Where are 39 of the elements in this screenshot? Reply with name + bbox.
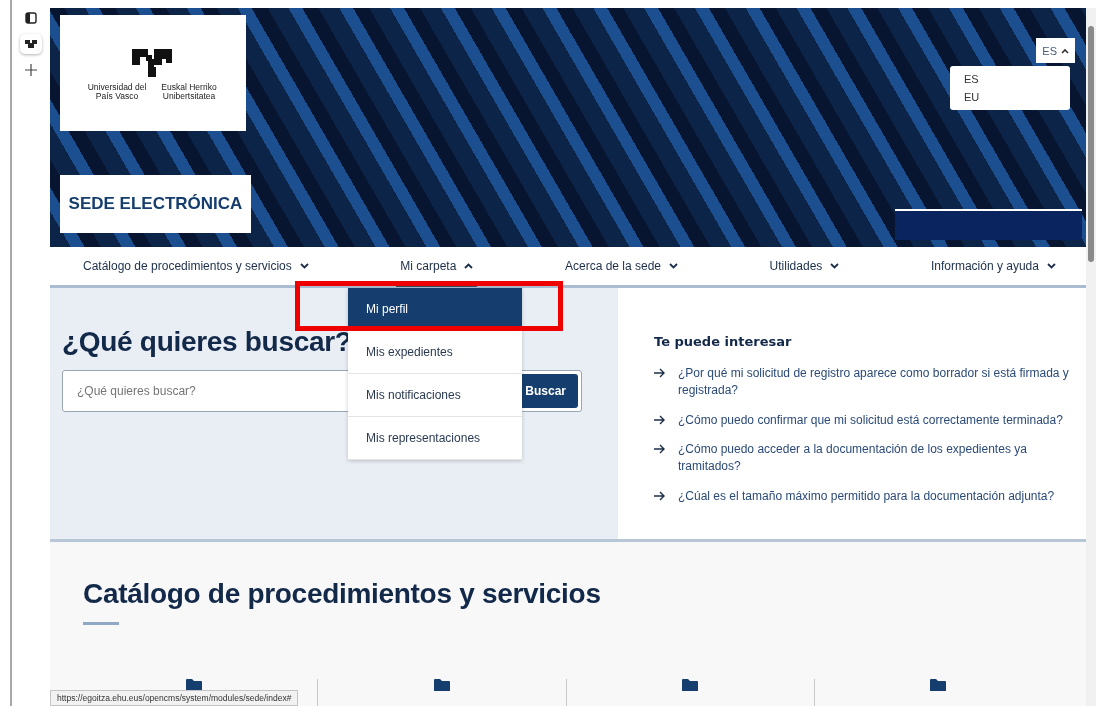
logo-card[interactable]: Universidad del País Vasco Euskal Herriko Unibertsitatea — [60, 15, 246, 131]
chevron-icon — [1046, 262, 1056, 269]
section-heading: Te puede interesar — [654, 334, 793, 349]
catalog-heading: Catálogo de procedimientos y servicios — [83, 578, 602, 610]
folder-icon — [185, 679, 202, 691]
site-title: SEDE ELECTRÓNICA — [60, 175, 251, 233]
menu-item[interactable]: Mis expedientes — [348, 331, 522, 374]
menu-item[interactable]: Mis representaciones — [348, 417, 522, 460]
folder-icon — [930, 679, 947, 691]
arrow-right-icon — [654, 414, 666, 425]
faq-link[interactable]: ¿Cúal es el tamaño máximo permitido para la documentación adjunta? — [678, 488, 1055, 505]
add-icon[interactable] — [25, 64, 37, 76]
folder-icon — [682, 679, 699, 691]
chevron-icon — [299, 262, 309, 269]
nav-item[interactable]: Catálogo de procedimientos y servicios — [79, 248, 313, 287]
arrow-right-icon — [654, 491, 666, 501]
logo-text: Universidad del País Vasco — [86, 83, 148, 101]
language-button[interactable]: ES — [1036, 38, 1075, 63]
scrollbar[interactable] — [1086, 8, 1096, 706]
chevron-icon — [830, 262, 840, 269]
chevron-icon — [669, 262, 679, 269]
sidebar-panel-icon[interactable] — [25, 12, 37, 24]
status-url: https://egoitza.ehu.eus/opencms/system/modules/sede/index# — [50, 690, 299, 706]
nav-item[interactable]: Información y ayuda — [926, 248, 1060, 287]
nav-item[interactable]: Utilidades — [765, 248, 844, 287]
chevron-icon — [464, 262, 474, 269]
logo-text: Euskal Herriko Unibertsitatea — [160, 83, 218, 101]
folder-icon — [433, 679, 450, 691]
arrow-right-icon — [654, 444, 666, 455]
language-option[interactable]: ES — [964, 73, 1070, 85]
chevron-icon — [1061, 47, 1069, 54]
site-tab-icon[interactable] — [20, 34, 42, 54]
menu-item[interactable]: Mis notificaciones — [348, 374, 522, 417]
arrow-right-icon — [654, 368, 666, 378]
language-option[interactable]: EU — [964, 91, 1070, 103]
nav-item[interactable]: Acerca de la sede — [560, 248, 683, 287]
faq-link[interactable]: ¿Cómo puedo confirmar que mi solicitud está correctamente terminada? — [678, 411, 1063, 429]
faq-link[interactable]: ¿Cómo puedo acceder a la documentación de los expedientes ya tramitados? — [678, 441, 1072, 475]
faq-link[interactable]: ¿Por qué mi solicitud de registro aparece como borrador si está firmada y registrada? — [678, 365, 1072, 399]
